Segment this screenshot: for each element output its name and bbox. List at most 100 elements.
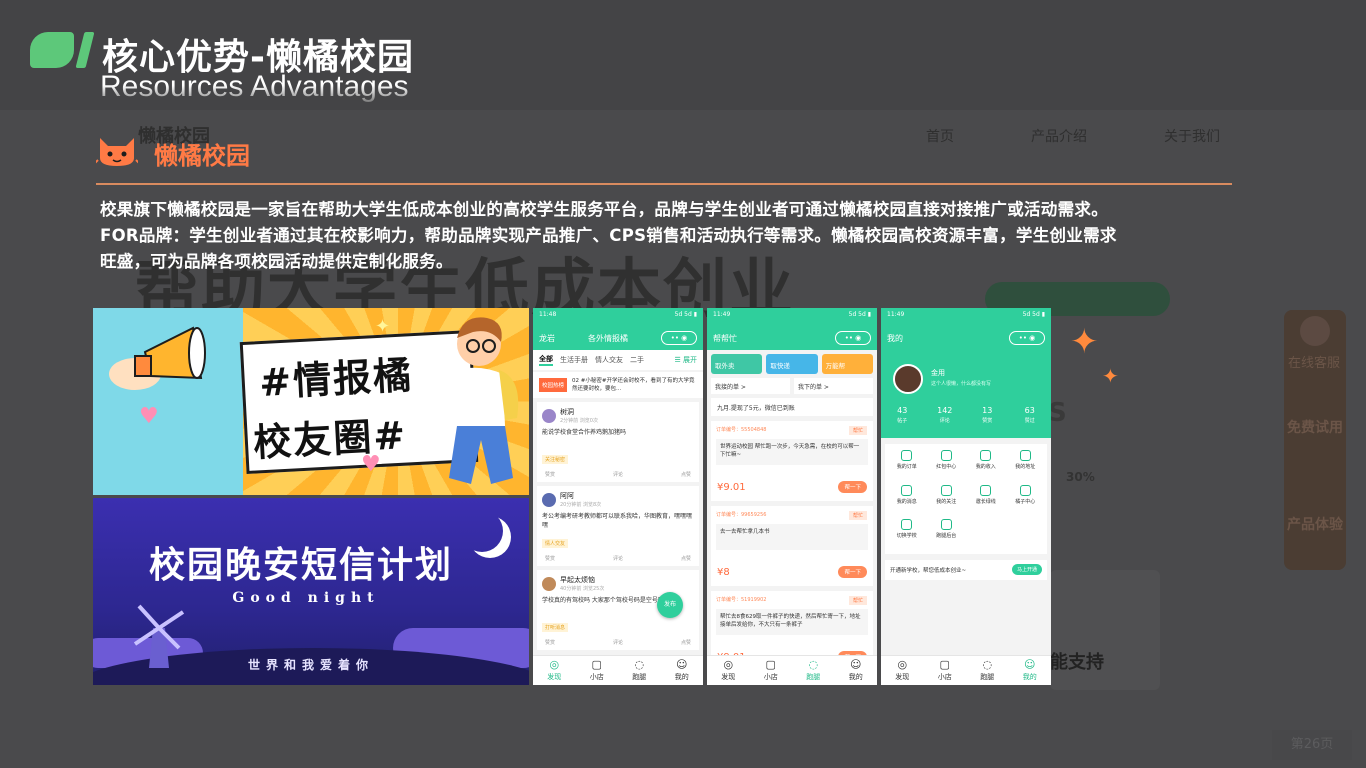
order-desc: 去一去帮忙拿几本书 (716, 524, 868, 550)
post-meta: 2分钟前 浏览0次 (560, 418, 598, 424)
post-author: 树洞 (560, 408, 574, 416)
grid-item: 我的关注 (927, 484, 967, 514)
feature-grid: 我的订单 红包中心 我的收入 我的地址 我的消息 我的关注 邀长绿线 橘子中心 … (885, 444, 1047, 554)
feed-tab: 二手 (630, 356, 644, 364)
open-school-text: 开通新学校，帮您低成本创业~ (890, 568, 967, 574)
tab-errand: ◌ 跑腿 (792, 656, 835, 685)
intro-line: 校果旗下懒橘校园是一家旨在帮助大学生低成本创业的高校学生服务平台，品牌与学生创业… (100, 200, 1108, 219)
profile-stats: 43 帖子 142 评论 13 赞赏 63 赞过 (881, 406, 1051, 426)
post-action: 评论 (612, 556, 623, 562)
tab-discover: ◎ 发现 (707, 656, 750, 685)
post-body: 考公考编考研考教师都可以联系我哈，华图教育，嘿嘿嘿嘿 (542, 513, 693, 529)
grid-item: 我的收入 (966, 450, 1006, 479)
screen-title: 各外情报橘 (588, 333, 628, 343)
tab-discover: ◎ 发现 (533, 656, 576, 685)
tab-shop: ▢ 小店 (750, 656, 793, 685)
order-tag: 帮忙 (848, 596, 867, 605)
profile-signature: 这个人很懒，什么都没有写 (931, 381, 992, 387)
grid-item: 我的订单 (887, 450, 927, 479)
post-action: 点赞 (680, 472, 691, 478)
grid-item: 我的消息 (887, 484, 927, 514)
open-school-button: 马上开通 (1011, 564, 1042, 575)
quick-action: 万能帮 (821, 354, 873, 374)
grid-item: 橘子中心 (1006, 484, 1046, 514)
post-action: 赞赏 (545, 556, 556, 562)
stat-item: 63 赞过 (1024, 406, 1035, 424)
post-action: 赞赏 (545, 472, 556, 478)
me-icon: ☺ (850, 658, 862, 671)
help-button: 帮一下 (838, 481, 867, 493)
avatar (542, 408, 556, 423)
grid-item: 红包中心 (927, 450, 967, 479)
my-orders-row: 我接的单 > 我下的单 > (707, 374, 877, 398)
profile-name: 金用 (931, 369, 945, 377)
free-trial-label: 免费试用 (1287, 420, 1343, 436)
order-tag: 帮忙 (848, 426, 867, 435)
sparkle-large-icon: ✦ (1070, 322, 1099, 362)
status-signal: 5d 5d ▮ (848, 311, 871, 318)
title-mark-icon (30, 32, 95, 68)
order-card: 订单编号：55504848 帮忙 世界运动校园 帮忙跑一次步，今天急需，在校的可… (711, 421, 873, 501)
bottom-tabbar: ◎ 发现 ▢ 小店 ◌ 跑腿 ☺ 我的 (707, 655, 877, 685)
background-side-panel: 在线客服 免费试用 产品体验 (1284, 310, 1346, 570)
avatar (542, 492, 556, 507)
nav-products: 产品介绍 (1031, 128, 1087, 144)
capsule-menu: •• ◉ (835, 331, 871, 345)
grid-item: 我的地址 (1006, 450, 1046, 479)
order-number: 订单编号：55504848 (716, 427, 767, 433)
screen-title: 我的 (887, 333, 903, 343)
post-author: 早起太烦恼 (560, 576, 595, 584)
me-icon: ☺ (1024, 658, 1036, 671)
location-label: 龙岩 (539, 333, 555, 343)
errand-icon: ◌ (982, 658, 993, 671)
orders-taken: 我接的单 > (711, 378, 790, 394)
intro-line: 旺盛，可为品牌各项校园活动提供定制化服务。 (100, 252, 453, 271)
order-tag: 帮忙 (848, 511, 867, 520)
sparkle-small-icon: ✦ (1102, 364, 1119, 388)
post-action: 评论 (612, 640, 623, 646)
phone-screenshot-help: 11:49 5d 5d ▮ 帮帮忙 •• ◉ 取外卖 取快递 万能帮 我接的单 >… (707, 308, 877, 685)
status-time: 11:48 (539, 311, 557, 318)
tab-me: ☺ 我的 (835, 656, 878, 685)
order-desc: 世界运动校园 帮忙跑一次步，今天急需，在校的可以帮一下忙嘛~ (716, 439, 868, 465)
status-signal: 5d 5d ▮ (674, 311, 697, 318)
help-button: 帮一下 (838, 566, 867, 578)
shop-icon: ▢ (591, 658, 602, 671)
post-action: 点赞 (680, 640, 691, 646)
divider (96, 183, 1232, 185)
publish-fab: 发布 (657, 592, 683, 618)
post-meta: 40分钟前 浏览25次 (560, 586, 605, 592)
cartoon-boy-icon (449, 317, 519, 484)
tab-discover: ◎ 发现 (881, 656, 924, 685)
phone-screenshot-feed: 11:48 5d 5d ▮ 龙岩 各外情报橘 •• ◉ 全部 生活手册 情人交友 … (533, 308, 703, 685)
brand-name: 懒橘校园 (154, 142, 250, 170)
tab-errand: ◌ 跑腿 (618, 656, 661, 685)
background-percent: 30% (1066, 470, 1095, 484)
bottom-tabbar: ◎ 发现 ▢ 小店 ◌ 跑腿 ☺ 我的 (533, 655, 703, 685)
product-experience-label: 产品体验 (1287, 517, 1343, 533)
tab-shop: ▢ 小店 (576, 656, 619, 685)
discover-icon: ◎ (897, 658, 908, 671)
avatar (542, 576, 556, 591)
intro-line: FOR品牌：学生创业者通过其在校影响力，帮助品牌实现产品推广、CPS销售和活动执… (100, 226, 1117, 245)
avatar (893, 364, 923, 394)
feed-tab: 生活手册 (560, 356, 588, 364)
heart-icon: ♥ (361, 452, 381, 477)
page-number: 第26页 (1272, 730, 1352, 760)
order-price: ¥8 (717, 567, 730, 578)
star-icon: ✦ (375, 316, 391, 337)
post-body: 能说学校食堂合作养鸡鹅加猪吗 (542, 429, 627, 436)
quick-action: 取快递 (766, 354, 818, 374)
nav-about: 关于我们 (1164, 128, 1220, 144)
background-support-text: 能支持 (1050, 652, 1104, 673)
post-author: 阿阿 (560, 492, 574, 500)
post-meta: 20分钟前 浏览8次 (560, 502, 602, 508)
post-action: 评论 (612, 472, 623, 478)
order-desc: 帮忙去8食629取一件裤子的快递，然后帮忙寄一下，地址接单后发给你，不大只有一条… (716, 609, 868, 635)
status-signal: 5d 5d ▮ (1022, 311, 1045, 318)
news-text: 02 #小秘密#开学还会封校不，看到了有的大学竟然还要封校，要包... (572, 378, 695, 392)
errand-icon: ◌ (634, 658, 645, 671)
service-avatar (1300, 316, 1330, 346)
post-chip: 情人交友 (542, 539, 569, 548)
tab-shop: ▢ 小店 (924, 656, 967, 685)
